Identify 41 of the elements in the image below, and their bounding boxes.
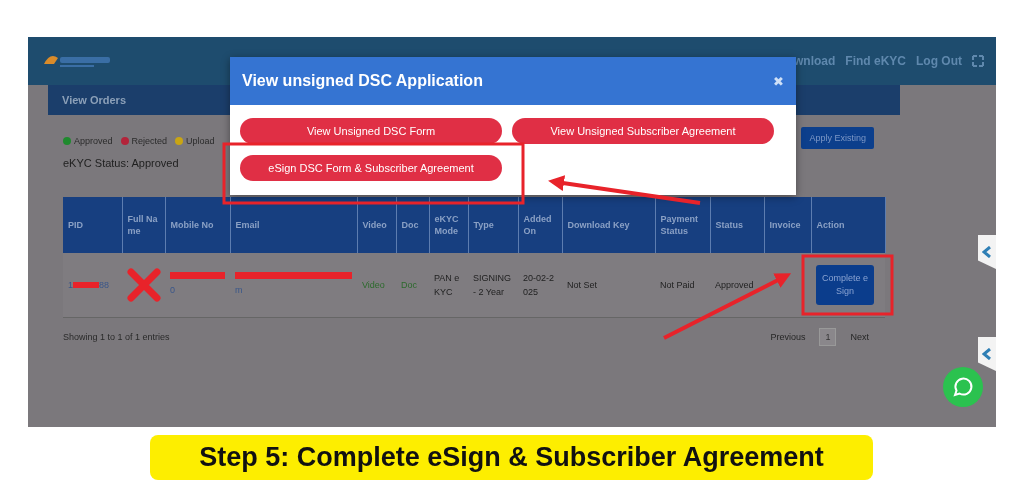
column-header[interactable]: Download Key	[567, 218, 630, 232]
dialog-button[interactable]: View Unsigned DSC Form	[240, 118, 502, 144]
legend-label: Upload	[186, 136, 215, 146]
column-header[interactable]: Doc	[401, 218, 419, 232]
ekyc-status: eKYC Status: Approved	[63, 157, 179, 169]
side-tab[interactable]	[978, 235, 996, 269]
fullscreen-icon[interactable]	[972, 55, 984, 67]
table-cell: Approved	[715, 279, 754, 290]
nav-link[interactable]: Log Out	[916, 54, 962, 68]
pagination-button[interactable]: Next	[844, 328, 875, 346]
dialog-button[interactable]: View Unsigned Subscriber Agreement	[512, 118, 774, 144]
pagination-button[interactable]: Previous	[764, 328, 812, 346]
chevron-left-icon	[982, 348, 992, 360]
legend-label: Approved	[74, 136, 113, 146]
table-cell: 0	[170, 285, 175, 296]
pagination-button[interactable]: 1	[819, 328, 837, 346]
legend-label: Rejected	[131, 136, 168, 146]
chat-icon[interactable]	[943, 367, 983, 407]
complete-esign-button[interactable]: Complete eSign	[816, 265, 874, 305]
column-header[interactable]: Invoice	[769, 218, 801, 232]
nav-link[interactable]: Find eKYC	[845, 54, 906, 68]
side-tab[interactable]	[978, 337, 996, 371]
column-header[interactable]: Email	[235, 218, 260, 232]
apply-existing-button[interactable]: Apply Existing	[801, 127, 874, 149]
dialog-button[interactable]: eSign DSC Form & Subscriber Agreement	[240, 155, 502, 181]
table-cell: Not Set	[567, 279, 597, 290]
column-header[interactable]: Mobile No	[170, 218, 214, 232]
entries-info: Showing 1 to 1 of 1 entries	[63, 332, 170, 342]
step-caption: Step 5: Complete eSign & Subscriber Agreement	[199, 442, 824, 473]
column-header[interactable]: Action	[816, 218, 845, 232]
chevron-left-icon	[982, 246, 992, 258]
column-header[interactable]: Video	[362, 218, 387, 232]
column-header[interactable]: Type	[473, 218, 494, 232]
column-header[interactable]: PID	[68, 218, 83, 232]
column-header[interactable]: Status	[715, 218, 743, 232]
cross-mark	[127, 268, 161, 302]
table-cell: SIGNING - 2 Year	[473, 272, 511, 297]
table-cell: PAN eKYC	[434, 272, 460, 297]
table-cell: Not Paid	[660, 279, 695, 290]
table-cell: 20-02-2025	[523, 272, 555, 297]
table-cell: m	[235, 285, 243, 296]
